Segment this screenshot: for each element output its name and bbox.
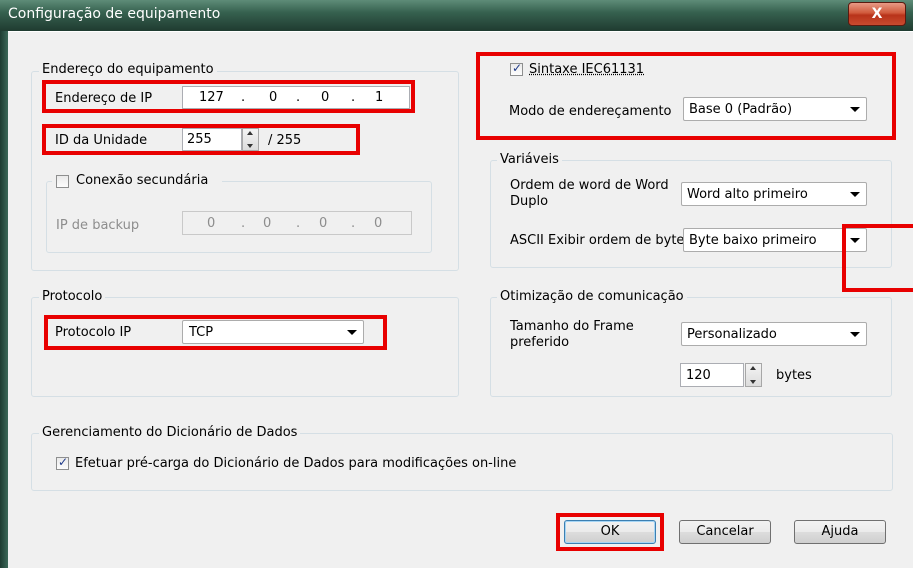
frame-size-label-line2: preferido [510, 335, 570, 350]
bytes-input[interactable]: 120 [680, 363, 744, 387]
preload-checkbox[interactable] [56, 455, 69, 470]
close-icon: X [871, 6, 883, 22]
device-address-group-label: Endereço do equipamento [39, 62, 217, 77]
close-button[interactable]: X [848, 2, 906, 26]
bytes-unit-label: bytes [776, 368, 812, 383]
window-title: Configuração de equipamento [8, 6, 221, 22]
spin-up-icon [750, 366, 756, 370]
highlight-ok [556, 513, 664, 551]
byte-order-select[interactable]: Byte baixo primeiro [683, 228, 867, 252]
preload-row[interactable]: Efetuar pré-carga do Dicionário de Dados… [56, 455, 526, 473]
highlight-ip-address [42, 80, 415, 113]
secondary-connection-checkbox-row[interactable]: Conexão secundária [52, 172, 222, 190]
highlight-iec-syntax [476, 52, 896, 140]
backup-octet-4: 0 [374, 216, 383, 231]
spin-down-icon [750, 380, 756, 384]
backup-octet-3: 0 [319, 216, 328, 231]
bytes-value: 120 [686, 368, 711, 383]
byte-order-value: Byte baixo primeiro [689, 233, 817, 248]
backup-dot-2: . [296, 216, 301, 231]
window-frame [0, 31, 8, 568]
help-button[interactable]: Ajuda [794, 520, 886, 544]
chevron-down-icon [850, 192, 860, 197]
highlight-unit-id [42, 124, 360, 155]
highlight-byte-order-edge [842, 224, 913, 292]
word-order-select[interactable]: Word alto primeiro [681, 182, 867, 206]
highlight-protocol [44, 315, 387, 350]
backup-octet-1: 0 [207, 216, 216, 231]
backup-octet-2: 0 [263, 216, 272, 231]
word-order-label-line2: Duplo [510, 194, 549, 209]
frame-size-value: Personalizado [687, 327, 777, 342]
comm-optimization-group-label: Otimização de comunicação [497, 289, 687, 304]
bytes-spinner[interactable] [745, 363, 762, 387]
preload-label: Efetuar pré-carga do Dicionário de Dados… [75, 456, 517, 471]
secondary-connection-label: Conexão secundária [76, 173, 209, 188]
cancel-button[interactable]: Cancelar [679, 520, 771, 544]
backup-dot-3: . [351, 216, 356, 231]
word-order-value: Word alto primeiro [687, 187, 808, 202]
chevron-down-icon [850, 332, 860, 337]
backup-dot-1: . [241, 216, 246, 231]
frame-size-label-line1: Tamanho do Frame [510, 319, 634, 334]
title-bar: Configuração de equipamento [0, 0, 913, 31]
backup-ip-input[interactable]: 0 . 0 . 0 . 0 [182, 211, 412, 235]
data-dictionary-group-label: Gerenciamento do Dicionário de Dados [39, 425, 301, 440]
frame-size-select[interactable]: Personalizado [681, 322, 867, 346]
backup-ip-label: IP de backup [56, 218, 140, 233]
byte-order-label: ASCII Exibir ordem de byte [510, 233, 685, 248]
protocol-group-label: Protocolo [39, 289, 106, 304]
variables-group-label: Variáveis [497, 152, 562, 167]
word-order-label-line1: Ordem de word de Word [510, 178, 669, 193]
secondary-connection-checkbox[interactable] [56, 175, 69, 188]
